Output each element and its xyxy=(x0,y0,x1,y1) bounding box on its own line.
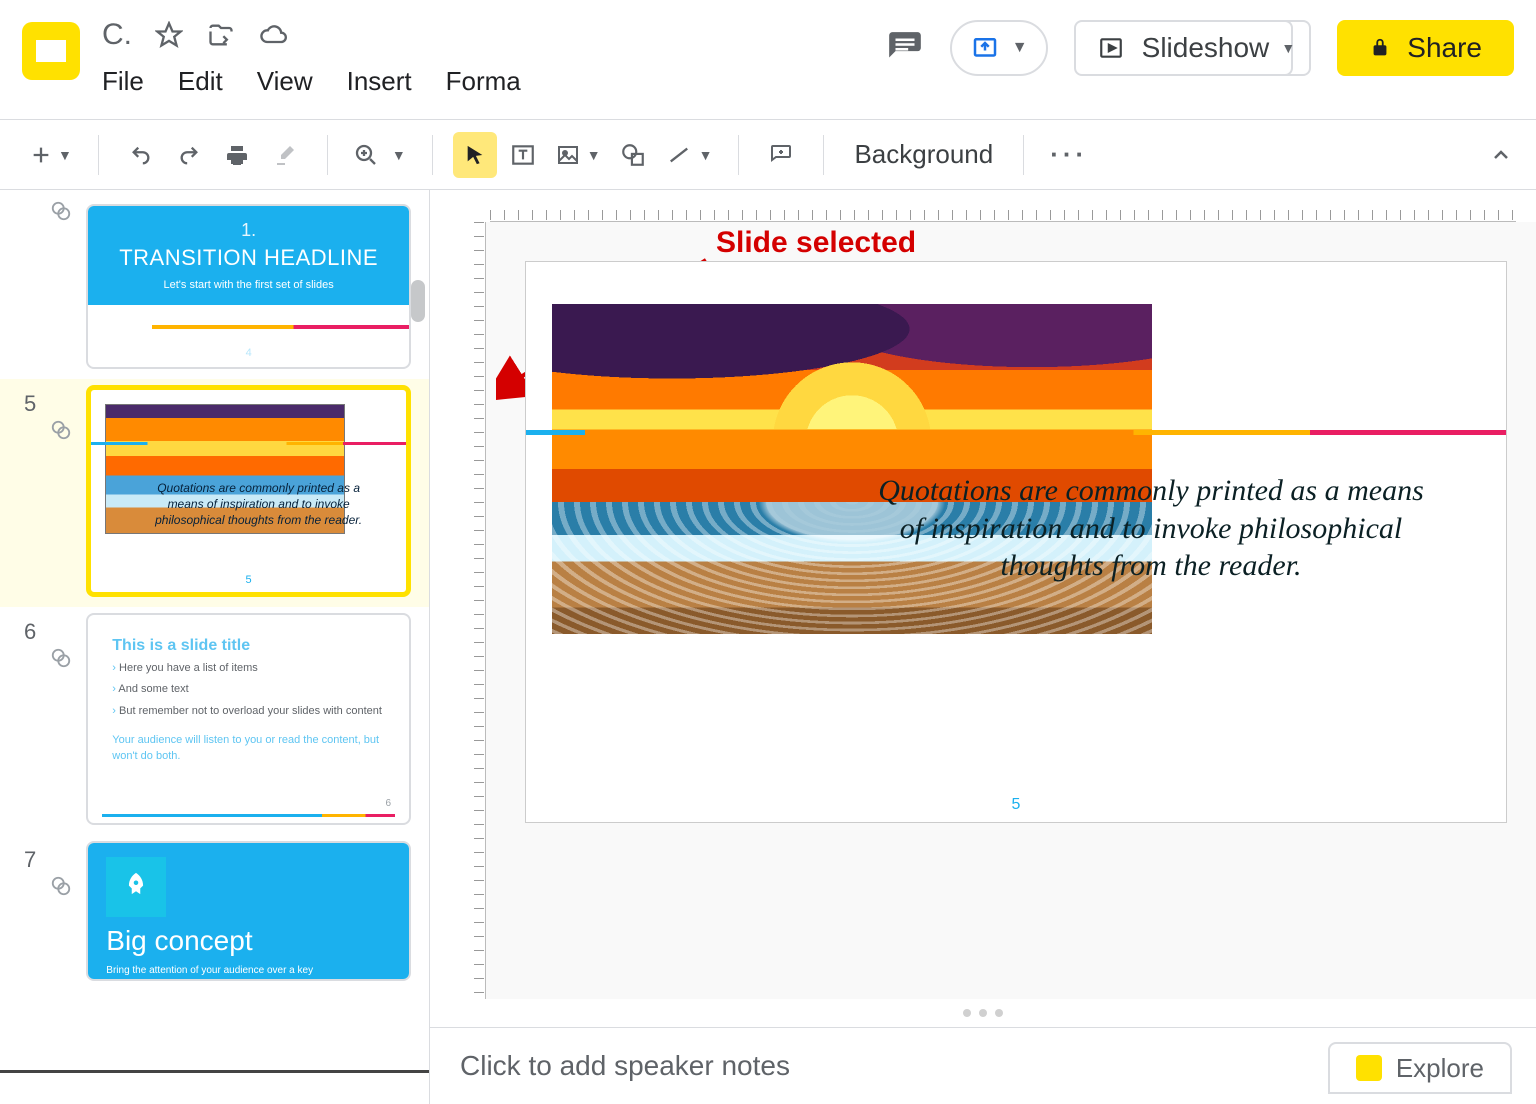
thumb6-li3: But remember not to overload your slides… xyxy=(112,704,385,719)
thumb6-title: This is a slide title xyxy=(112,637,385,655)
rocket-icon xyxy=(106,857,166,917)
explore-button[interactable]: Explore xyxy=(1328,1042,1512,1094)
undo-button[interactable] xyxy=(119,132,163,178)
caret-down-icon: ▼ xyxy=(1281,40,1295,56)
textbox-tool[interactable] xyxy=(501,132,545,178)
caret-down-icon: ▼ xyxy=(587,147,601,163)
thumb7-title: Big concept xyxy=(106,925,391,957)
caret-down-icon: ▼ xyxy=(1012,39,1028,57)
share-button[interactable]: Share xyxy=(1337,20,1514,76)
slide4-headline: TRANSITION HEADLINE xyxy=(98,245,399,271)
caret-down-icon: ▼ xyxy=(392,147,406,163)
slide4-num: 1. xyxy=(98,220,399,241)
animation-icon xyxy=(50,200,72,227)
share-label: Share xyxy=(1407,32,1482,64)
vertical-ruler[interactable] xyxy=(460,222,486,999)
more-tools[interactable]: ··· xyxy=(1044,132,1094,178)
explore-icon xyxy=(1356,1055,1382,1081)
toolbar: ▼ ▼ ▼ ▼ Background ··· xyxy=(0,120,1536,190)
menubar: File Edit View Insert Forma xyxy=(102,52,886,97)
pager-dots xyxy=(430,999,1536,1027)
annotation: Slide selected xyxy=(716,226,916,260)
slide-canvas[interactable]: Quotations are commonly printed as a mea… xyxy=(526,262,1506,822)
animation-icon xyxy=(50,875,72,902)
document-name[interactable]: C. xyxy=(102,18,132,52)
thumb-number-6: 6 xyxy=(10,613,36,645)
zoom-button[interactable]: ▼ xyxy=(348,132,412,178)
thumb6-li2: And some text xyxy=(112,682,385,697)
comments-icon[interactable] xyxy=(886,29,924,67)
background-button[interactable]: Background xyxy=(844,139,1003,170)
thumb5-quote: Quotations are commonly printed as a mea… xyxy=(151,480,366,529)
thumb5-page: 5 xyxy=(91,574,406,586)
cloud-icon[interactable] xyxy=(258,20,288,50)
redo-button[interactable] xyxy=(167,132,211,178)
slide-quote[interactable]: Quotations are commonly printed as a mea… xyxy=(876,472,1426,585)
slide4-sub: Let's start with the first set of slides xyxy=(98,279,399,291)
slide-thumb-6[interactable]: This is a slide title Here you have a li… xyxy=(86,613,411,825)
thumb6-page: 6 xyxy=(385,798,391,809)
line-tool[interactable]: ▼ xyxy=(659,132,719,178)
slideshow-dropdown[interactable]: ▼ xyxy=(1267,20,1311,76)
slides-logo[interactable] xyxy=(22,22,80,80)
menu-edit[interactable]: Edit xyxy=(178,66,223,97)
slide4-page: 4 xyxy=(88,347,409,359)
new-slide-button[interactable]: ▼ xyxy=(24,132,78,178)
shape-tool[interactable] xyxy=(611,132,655,178)
image-tool[interactable]: ▼ xyxy=(549,132,607,178)
collapse-toolbar-icon[interactable] xyxy=(1476,132,1526,178)
animation-icon xyxy=(50,647,72,674)
print-button[interactable] xyxy=(215,132,259,178)
titlebar: C. File Edit View Insert Forma ▼ xyxy=(0,0,1536,120)
thumb-number-5: 5 xyxy=(10,385,36,417)
star-icon[interactable] xyxy=(154,20,184,50)
scrollbar-thumb[interactable] xyxy=(411,280,425,322)
accent-line xyxy=(526,430,1506,435)
thumbnail-panel: 1. TRANSITION HEADLINE Let's start with … xyxy=(0,190,430,1104)
slideshow-label: Slideshow xyxy=(1142,32,1270,64)
caret-down-icon: ▼ xyxy=(699,147,713,163)
slide-thumb-5[interactable]: Quotations are commonly printed as a mea… xyxy=(86,385,411,597)
caret-down-icon: ▼ xyxy=(58,147,72,163)
menu-view[interactable]: View xyxy=(257,66,313,97)
slide-thumb-7[interactable]: Big concept Bring the attention of your … xyxy=(86,841,411,981)
comment-add-button[interactable] xyxy=(759,132,803,178)
animation-icon xyxy=(50,419,72,446)
menu-insert[interactable]: Insert xyxy=(347,66,412,97)
move-icon[interactable] xyxy=(206,20,236,50)
thumb6-li1: Here you have a list of items xyxy=(112,661,385,676)
doc-area: C. File Edit View Insert Forma xyxy=(102,0,886,97)
slide-thumb-4[interactable]: 1. TRANSITION HEADLINE Let's start with … xyxy=(86,204,411,369)
horizontal-ruler[interactable] xyxy=(490,196,1516,222)
present-button[interactable]: ▼ xyxy=(950,20,1048,76)
thumb6-note: Your audience will listen to you or read… xyxy=(112,733,385,764)
menu-file[interactable]: File xyxy=(102,66,144,97)
thumb7-sub: Bring the attention of your audience ove… xyxy=(106,965,391,976)
slide-image[interactable] xyxy=(552,304,1152,634)
explore-label: Explore xyxy=(1396,1053,1484,1084)
header-right: ▼ Slideshow ▼ Share xyxy=(886,0,1536,76)
paint-format-button[interactable] xyxy=(263,132,307,178)
canvas-area: Slide selected Quotations are commonly p… xyxy=(430,190,1536,1104)
slide-number: 5 xyxy=(526,796,1506,814)
select-tool[interactable] xyxy=(453,132,497,178)
annotation-text: Slide selected xyxy=(716,226,916,259)
menu-format[interactable]: Forma xyxy=(446,66,521,97)
bottom-strip xyxy=(0,1070,430,1104)
thumb-number-7: 7 xyxy=(10,841,36,873)
slideshow-button[interactable]: Slideshow xyxy=(1074,20,1294,76)
